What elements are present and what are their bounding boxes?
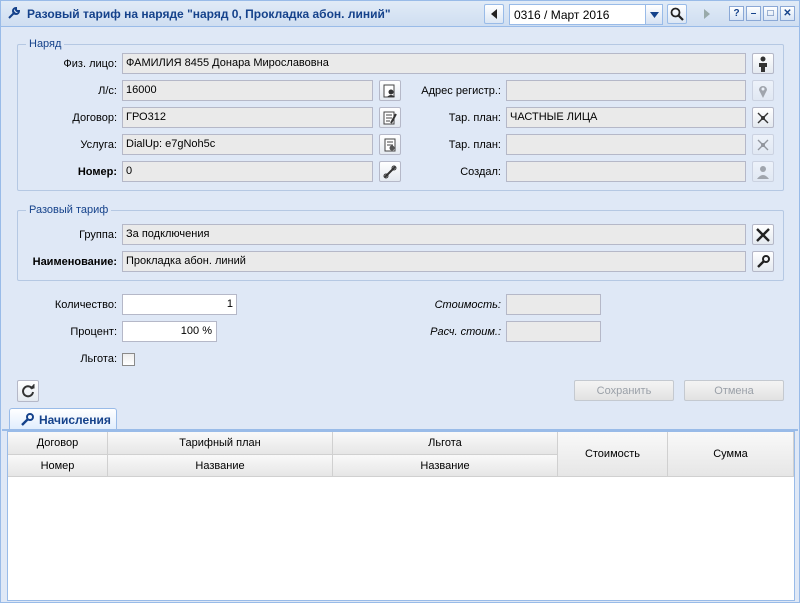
col-summa[interactable]: Сумма: [668, 432, 794, 477]
adres-field[interactable]: [506, 80, 746, 101]
title-bar: Разовый тариф на наряде "наряд 0, Прокла…: [1, 1, 799, 27]
col-nomer[interactable]: Номер: [8, 455, 108, 477]
location-pin-icon: [759, 85, 767, 98]
search-icon: [670, 7, 684, 21]
dogovor-field[interactable]: ГРО312: [122, 107, 373, 128]
ls-label: Л/с:: [98, 85, 117, 97]
window-title: Разовый тариф на наряде "наряд 0, Прокла…: [27, 7, 391, 21]
refresh-icon: [22, 384, 35, 398]
nomer-label: Номер:: [77, 166, 117, 178]
location-button[interactable]: [752, 80, 774, 101]
adres-label: Адрес регистр.:: [421, 85, 501, 97]
chevron-down-icon[interactable]: [645, 5, 662, 24]
gruppa-field[interactable]: За подключения: [122, 224, 746, 245]
kolichestvo-label: Количество:: [54, 299, 117, 311]
naim-wrench-button[interactable]: [752, 251, 774, 272]
arrow-left-icon: [491, 9, 497, 19]
rasch-label: Расч. стоим.:: [430, 326, 501, 338]
help-button[interactable]: ?: [729, 6, 744, 21]
ls-field[interactable]: 16000: [122, 80, 373, 101]
fiz-lico-field[interactable]: ФАМИЛИЯ 8455 Донара Мирославовна: [122, 53, 746, 74]
user-icon: [757, 165, 769, 179]
save-button[interactable]: Сохранить: [574, 380, 674, 401]
stoimost-field[interactable]: [506, 294, 601, 315]
col-stoimost[interactable]: Стоимость: [558, 432, 668, 477]
charges-grid: Договор Тарифный план Льгота Номер Назва…: [7, 431, 795, 601]
col-dogovor[interactable]: Договор: [8, 432, 108, 455]
naryad-legend: Наряд: [29, 38, 62, 50]
person-icon: [759, 56, 767, 72]
usluga-label: Услуга:: [80, 139, 117, 151]
col-lgota[interactable]: Льгота: [333, 432, 558, 455]
col-lgota-nazvanie[interactable]: Название: [333, 455, 558, 477]
group-tools-button[interactable]: [752, 224, 774, 245]
usluga-field[interactable]: DialUp: e7gNoh5c: [122, 134, 373, 155]
grid-body: [8, 477, 794, 600]
sozdal-label: Создал:: [460, 166, 501, 178]
wrench-icon: [757, 254, 770, 268]
lgota-checkbox[interactable]: [122, 353, 135, 366]
razoviy-legend: Разовый тариф: [29, 204, 109, 216]
rasch-field[interactable]: [506, 321, 601, 342]
tar-plan2-button[interactable]: [752, 134, 774, 155]
lgota-label: Льгота:: [80, 353, 117, 365]
network-icon: [757, 112, 769, 123]
procent-field[interactable]: 100 %: [122, 321, 217, 342]
wrench-icon: [8, 6, 21, 19]
period-value: 0316 / Март 2016: [514, 8, 610, 22]
tar-plan1-label: Тар. план:: [448, 112, 501, 124]
col-tarifnyy-plan[interactable]: Тарифный план: [108, 432, 333, 455]
tar-plan2-label: Тар. план:: [448, 139, 501, 151]
refresh-button[interactable]: [17, 380, 39, 402]
procent-label: Процент:: [70, 326, 117, 338]
person-button[interactable]: [752, 53, 774, 74]
minimize-button[interactable]: –: [746, 6, 761, 21]
next-period-button[interactable]: [697, 4, 717, 24]
maximize-button[interactable]: □: [763, 6, 778, 21]
col-tarif-nazvanie[interactable]: Название: [108, 455, 333, 477]
cancel-button[interactable]: Отмена: [684, 380, 784, 401]
sozdal-field[interactable]: [506, 161, 746, 182]
prev-period-button[interactable]: [484, 4, 504, 24]
tar-plan1-field[interactable]: ЧАСТНЫЕ ЛИЦА: [506, 107, 746, 128]
gruppa-label: Группа:: [79, 229, 117, 241]
tar-plan1-button[interactable]: [752, 107, 774, 128]
tab-label: Начисления: [39, 413, 111, 427]
naim-field[interactable]: Прокладка абон. линий: [122, 251, 746, 272]
dogovor-label: Договор:: [72, 112, 117, 124]
tab-nachisleniya[interactable]: Начисления: [9, 408, 117, 431]
naim-label: Наименование:: [32, 256, 117, 268]
kolichestvo-field[interactable]: 1: [122, 294, 237, 315]
period-select[interactable]: 0316 / Март 2016: [509, 4, 663, 25]
close-button[interactable]: ✕: [780, 6, 795, 21]
stoimost-label: Стоимость:: [434, 299, 501, 311]
wrench-icon: [21, 413, 34, 426]
tar-plan2-field[interactable]: [506, 134, 746, 155]
tools-icon: [756, 227, 770, 242]
search-button[interactable]: [667, 4, 687, 24]
tariff-window: Разовый тариф на наряде "наряд 0, Прокла…: [0, 0, 800, 603]
network-icon: [757, 139, 769, 150]
arrow-right-icon: [704, 9, 710, 19]
fiz-lico-label: Физ. лицо:: [63, 58, 117, 70]
creator-button[interactable]: [752, 161, 774, 182]
nomer-field[interactable]: 0: [122, 161, 373, 182]
